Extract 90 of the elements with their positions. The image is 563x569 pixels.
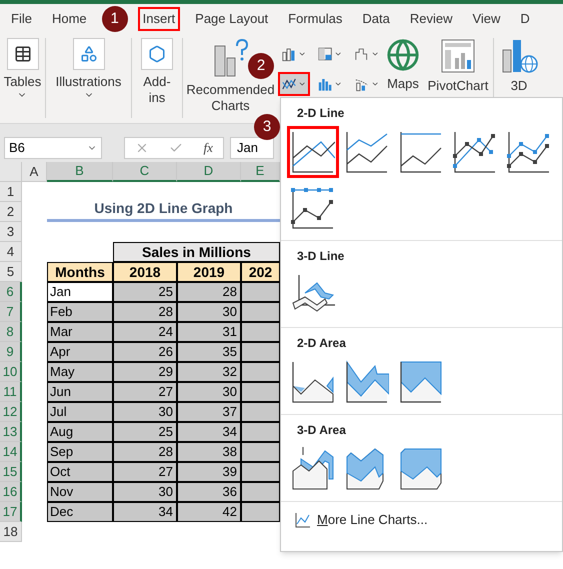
pivotchart-button[interactable]: PivotChart <box>428 78 488 94</box>
row-header[interactable]: 15 <box>0 462 22 482</box>
formula-field[interactable]: Jan <box>230 137 274 159</box>
table-cell: 37 <box>177 402 241 422</box>
table-header-cell: 202 <box>241 262 280 282</box>
table-cell[interactable]: Nov <box>47 482 113 502</box>
maps-button[interactable]: Maps <box>387 76 419 92</box>
table-header-cell: 2018 <box>113 262 177 282</box>
table-cell[interactable]: Feb <box>47 302 113 322</box>
table-cell: 25 <box>113 282 177 302</box>
row-header[interactable]: 9 <box>0 342 22 362</box>
row-header[interactable]: 2 <box>0 202 22 222</box>
ribbon-tab[interactable]: Page Layout <box>190 7 274 31</box>
table-cell: 28 <box>113 302 177 322</box>
column-header[interactable]: D <box>177 162 241 182</box>
row-header[interactable]: 1 <box>0 182 22 202</box>
table-cell: 30 <box>113 402 177 422</box>
table-cell[interactable]: Jun <box>47 382 113 402</box>
table-cell: 25 <box>113 422 177 442</box>
row-header[interactable]: 3 <box>0 222 22 242</box>
ribbon-tab[interactable]: View <box>467 7 506 31</box>
table-cell: 39 <box>177 462 241 482</box>
table-cell[interactable]: Jul <box>47 402 113 422</box>
table-cell: 30 <box>177 302 241 322</box>
row-header[interactable]: 4 <box>0 242 22 262</box>
ribbon-tab[interactable]: Review <box>404 7 458 31</box>
section-title: 3-D Area <box>296 422 347 439</box>
recommended-charts-button[interactable]: Recommended Charts <box>186 82 275 114</box>
row-header[interactable]: 5 <box>0 262 22 282</box>
row-header[interactable]: 10 <box>0 362 22 382</box>
tables-button[interactable]: Tables <box>4 74 42 100</box>
table-cell: Sales in Millions <box>113 242 280 262</box>
table-cell[interactable]: Jan <box>47 282 113 302</box>
table-cell[interactable]: Mar <box>47 322 113 342</box>
row-header[interactable]: 17 <box>0 502 22 522</box>
table-cell: 29 <box>113 362 177 382</box>
ribbon-tab[interactable]: Formulas <box>283 7 348 31</box>
table-cell[interactable]: Apr <box>47 342 113 362</box>
table-header-cell: Months <box>47 262 113 282</box>
section-title: 2-D Area <box>296 335 347 352</box>
table-cell[interactable]: Sep <box>47 442 113 462</box>
table-cell: 38 <box>177 442 241 462</box>
section-title: 3-D Line <box>296 248 346 265</box>
table-cell: 28 <box>113 442 177 462</box>
ribbon-tab[interactable]: Data <box>357 7 395 31</box>
table-header-cell: 2019 <box>177 262 241 282</box>
ribbon-tab[interactable]: Insert <box>138 7 180 31</box>
table-cell: 32 <box>177 362 241 382</box>
name-box[interactable]: B6 <box>4 137 102 159</box>
more-line-charts-link[interactable]: More Line Charts... <box>281 502 562 538</box>
row-header[interactable]: 12 <box>0 402 22 422</box>
row-header[interactable]: 13 <box>0 422 22 442</box>
row-header[interactable]: 8 <box>0 322 22 342</box>
row-header[interactable]: 18 <box>0 522 22 542</box>
ribbon-tab[interactable]: D <box>515 7 535 31</box>
sheet-title: Using 2D Line Graph <box>94 199 233 218</box>
column-header[interactable]: A <box>22 162 47 182</box>
ribbon-tab[interactable]: Home <box>46 7 92 31</box>
column-header[interactable]: C <box>113 162 177 182</box>
table-cell[interactable]: Dec <box>47 502 113 522</box>
table-cell: 36 <box>177 482 241 502</box>
column-header[interactable]: E <box>241 162 280 182</box>
row-header[interactable]: 7 <box>0 302 22 322</box>
row-header[interactable]: 14 <box>0 442 22 462</box>
table-cell: 35 <box>177 342 241 362</box>
table-cell: 42 <box>177 502 241 522</box>
table-cell: 28 <box>177 282 241 302</box>
step-badge: 1 <box>102 6 128 32</box>
3d-map-button[interactable]: 3D <box>510 78 528 94</box>
add-ins-button[interactable]: Add- ins <box>143 74 171 106</box>
row-header[interactable]: 16 <box>0 482 22 502</box>
table-cell[interactable]: May <box>47 362 113 382</box>
table-cell: 24 <box>113 322 177 342</box>
column-header[interactable]: B <box>47 162 113 182</box>
table-cell: 27 <box>113 382 177 402</box>
row-header[interactable]: 6 <box>0 282 22 302</box>
table-cell[interactable]: Aug <box>47 422 113 442</box>
table-cell: 30 <box>113 482 177 502</box>
table-cell: 31 <box>177 322 241 342</box>
insert-function-button[interactable]: fx <box>204 138 213 158</box>
table-cell: 26 <box>113 342 177 362</box>
row-header[interactable]: 11 <box>0 382 22 402</box>
table-cell: 34 <box>177 422 241 442</box>
table-cell[interactable]: Oct <box>47 462 113 482</box>
section-title: 2-D Line <box>296 105 346 122</box>
table-cell: 30 <box>177 382 241 402</box>
table-cell: 27 <box>113 462 177 482</box>
illustrations-button[interactable]: Illustrations <box>56 74 122 100</box>
ribbon-tab[interactable]: File <box>6 7 37 31</box>
table-cell: 34 <box>113 502 177 522</box>
